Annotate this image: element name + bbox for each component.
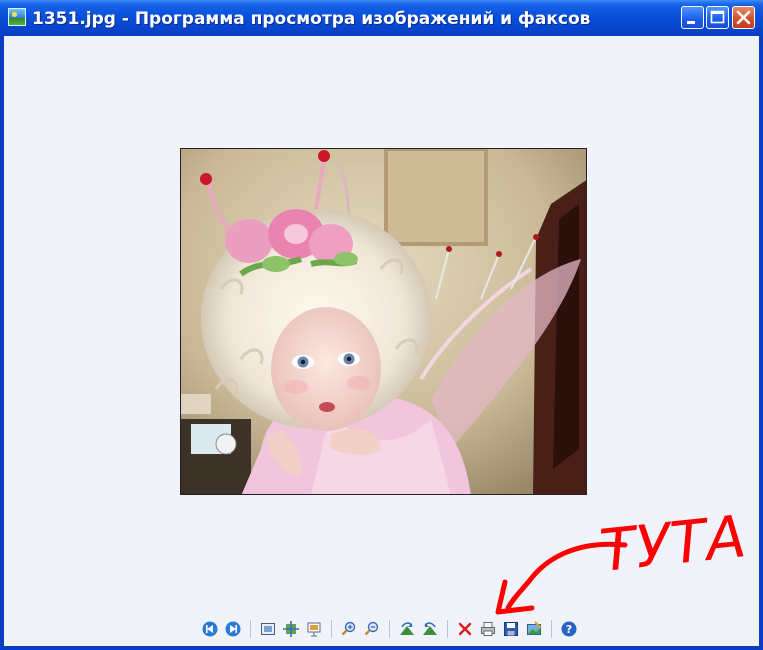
- rotate-counterclockwise-button[interactable]: [420, 619, 440, 639]
- viewer-toolbar: ?: [200, 618, 579, 640]
- actual-size-icon: [283, 621, 299, 637]
- displayed-image: [180, 148, 587, 495]
- delete-icon: [458, 622, 472, 636]
- viewer-canvas[interactable]: ?: [4, 36, 759, 646]
- toolbar-separator: [551, 620, 552, 638]
- save-button[interactable]: [501, 619, 521, 639]
- maximize-button[interactable]: [706, 6, 729, 29]
- toolbar-separator: [447, 620, 448, 638]
- window-title: 1351.jpg - Программа просмотра изображен…: [32, 9, 591, 29]
- print-icon: [481, 622, 495, 636]
- zoom-out-button[interactable]: [362, 619, 382, 639]
- rotate-counterclockwise-icon: [423, 622, 437, 635]
- minimize-button[interactable]: [681, 6, 704, 29]
- toolbar-separator: [250, 620, 251, 638]
- doll-photo: [181, 149, 586, 494]
- close-button[interactable]: [732, 6, 755, 29]
- minimize-icon: [687, 21, 695, 24]
- next-image-icon: [225, 621, 241, 637]
- best-fit-icon: [261, 623, 275, 635]
- maximize-icon: [710, 10, 725, 24]
- previous-image-button[interactable]: [200, 619, 220, 639]
- edit-icon: [527, 621, 542, 635]
- rotate-clockwise-button[interactable]: [397, 619, 417, 639]
- help-button[interactable]: ?: [559, 619, 579, 639]
- rotate-clockwise-icon: [400, 622, 414, 635]
- zoom-in-icon: [341, 621, 356, 636]
- image-viewer-window: 1351.jpg - Программа просмотра изображен…: [0, 0, 763, 650]
- svg-text:?: ?: [566, 623, 572, 636]
- toolbar-separator: [331, 620, 332, 638]
- delete-button[interactable]: [455, 619, 475, 639]
- slideshow-button[interactable]: [304, 619, 324, 639]
- slideshow-icon: [307, 622, 321, 637]
- title-bar[interactable]: 1351.jpg - Программа просмотра изображен…: [0, 0, 763, 36]
- toolbar-separator: [389, 620, 390, 638]
- next-image-button[interactable]: [223, 619, 243, 639]
- image-viewer-app-icon[interactable]: [8, 8, 26, 26]
- actual-size-button[interactable]: [281, 619, 301, 639]
- previous-image-icon: [202, 621, 218, 637]
- close-icon: [736, 10, 751, 25]
- zoom-out-icon: [364, 621, 379, 636]
- edit-button[interactable]: [524, 619, 544, 639]
- print-button[interactable]: [478, 619, 498, 639]
- best-fit-button[interactable]: [258, 619, 278, 639]
- save-icon: [504, 622, 518, 636]
- help-icon: ?: [561, 621, 577, 637]
- zoom-in-button[interactable]: [339, 619, 359, 639]
